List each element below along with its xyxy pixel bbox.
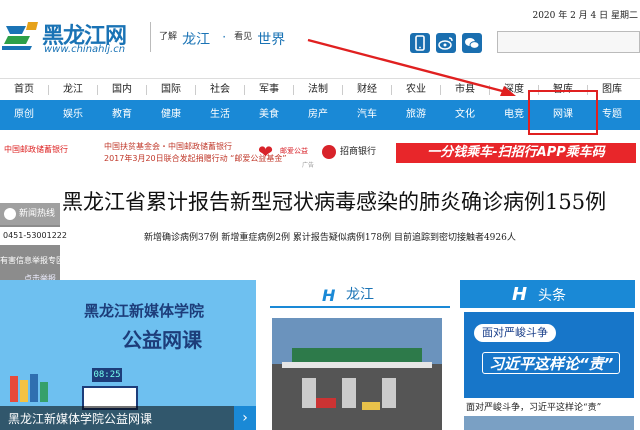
slogan-pre1: 了解 — [159, 32, 178, 42]
headline-story-link[interactable]: 面对严峻斗争，习近平这样论“责” — [466, 400, 601, 413]
slogan-world: 世界 — [257, 32, 286, 48]
nav-item-food[interactable]: 美食 — [245, 100, 293, 130]
nav-item-education[interactable]: 教育 — [98, 100, 146, 130]
headline-graphic[interactable]: 面对严峻斗争 习近平这样论“责” — [464, 312, 634, 398]
nav-item-finance[interactable]: 财经 — [343, 79, 391, 101]
nav-item-health[interactable]: 健康 — [147, 100, 195, 130]
section-title[interactable]: 头条 — [538, 285, 566, 305]
hotline-title-text: 新闻热线 — [19, 209, 56, 219]
hotline-title: 新闻热线 — [0, 203, 60, 225]
site-logo[interactable]: 黑龙江网 www.chinahlj.cn — [2, 18, 138, 58]
postal-ad-line1: 中国扶贫基金会・中国邮政储蓄银行 — [104, 142, 232, 151]
next-slide-button[interactable]: › — [234, 406, 256, 430]
report-zone-link[interactable]: 有害信息举报专区 — [0, 255, 64, 266]
postal-bank-logo: 中国邮政储蓄银行 — [4, 145, 68, 154]
nav-item-life[interactable]: 生活 — [196, 100, 244, 130]
nav-item-culture[interactable]: 文化 — [441, 100, 489, 130]
cmb-logo: 招商银行 — [322, 141, 376, 163]
nav-separator — [97, 85, 98, 95]
cmb-promo-text: 一分钱乘车-扫招行APP乘车码 — [396, 143, 636, 163]
nav-item-auto[interactable]: 汽车 — [343, 100, 391, 130]
page-headline[interactable]: 黑龙江省累计报告新型冠状病毒感染的肺炎确诊病例155例 — [62, 186, 606, 216]
nav-item-home[interactable]: 首页 — [0, 79, 48, 101]
hotline-number: 0451-53001222 — [0, 227, 67, 245]
site-header: 黑龙江网 www.chinahlj.cn 了解 龙江 · 看见 世界 2020 … — [0, 0, 640, 70]
wechat-icon[interactable] — [462, 33, 482, 53]
news-hotline-panel: 新闻热线 0451-53001222 有害信息举报专区 点击举报 — [0, 203, 67, 283]
nav-separator — [293, 85, 294, 95]
nav-item-international[interactable]: 国际 — [147, 79, 195, 101]
promo-caption[interactable]: 黑龙江新媒体学院公益网课 — [8, 410, 152, 427]
news-photo[interactable] — [272, 318, 442, 430]
section-header: H 龙江 — [270, 280, 450, 308]
toll-station-photo — [272, 318, 442, 430]
nav-item-original[interactable]: 原创 — [0, 100, 48, 130]
section-header: H 头条 — [460, 280, 635, 308]
books-icon — [10, 374, 48, 402]
headline-summary: 新增确诊病例37例 新增重症病例2例 累计报告疑似病例178例 目前追踪到密切接… — [144, 233, 516, 243]
slogan-region: 龙江 — [182, 32, 211, 48]
postal-badge: 邮爱公益 — [280, 147, 308, 155]
current-date: 2020 年 2 月 4 日 星期二 — [532, 11, 638, 21]
nav-item-society[interactable]: 社会 — [196, 79, 244, 101]
nav-item-travel[interactable]: 旅游 — [392, 100, 440, 130]
site-slogan: 了解 龙江 · 看见 世界 — [150, 22, 289, 52]
highlight-box — [528, 90, 598, 135]
weibo-icon[interactable] — [436, 33, 456, 53]
logo-url: www.chinahlj.cn — [44, 44, 126, 55]
nav-separator — [342, 85, 343, 95]
promo-title-2: 公益网课 — [122, 328, 202, 352]
nav-item-agriculture[interactable]: 农业 — [392, 79, 440, 101]
nav-item-domestic[interactable]: 国内 — [98, 79, 146, 101]
slogan-pre2: 看见 — [234, 32, 253, 42]
headline-pill: 面对严峻斗争 — [474, 324, 556, 342]
section-longjiang: H 龙江 — [270, 280, 450, 430]
nav-separator — [489, 85, 490, 95]
postal-ad[interactable]: 中国邮政储蓄银行 中国扶贫基金会・中国邮政储蓄银行 2017年3月20日联合发起… — [0, 138, 320, 169]
logo-mark-icon — [2, 22, 38, 50]
heart-icon: ❤ — [258, 142, 274, 163]
nav-item-realestate[interactable]: 房产 — [294, 100, 342, 130]
slogan-dot: · — [222, 30, 227, 44]
mobile-icon[interactable] — [410, 33, 430, 53]
online-class-promo[interactable]: 黑龙江新媒体学院 公益网课 08:25 黑龙江新媒体学院公益网课 › — [0, 280, 256, 430]
ad-banner[interactable]: 中国邮政储蓄银行 中国扶贫基金会・中国邮政储蓄银行 2017年3月20日联合发起… — [0, 138, 640, 169]
section-h-icon: H — [512, 284, 528, 305]
nav-item-military[interactable]: 军事 — [245, 79, 293, 101]
nav-separator — [391, 85, 392, 95]
nav-item-entertainment[interactable]: 娱乐 — [49, 100, 97, 130]
nav-separator — [146, 85, 147, 95]
search-input[interactable] — [497, 31, 640, 53]
cmb-ad[interactable]: 招商银行 一分钱乘车-扫招行APP乘车码 — [316, 138, 636, 168]
nav-item-law[interactable]: 法制 — [294, 79, 342, 101]
section-h-icon: H — [322, 286, 336, 305]
section-toutiao: H 头条 面对严峻斗争 习近平这样论“责” 面对严峻斗争，习近平这样论“责” — [460, 280, 635, 430]
promo-title-1: 黑龙江新媒体学院 — [84, 302, 205, 320]
nav-separator — [440, 85, 441, 95]
ad-tag: 广告 — [302, 162, 315, 169]
nav-item-counties[interactable]: 市县 — [441, 79, 489, 101]
story-thumbnail[interactable] — [464, 416, 634, 430]
nav-separator — [244, 85, 245, 95]
headline-slogan: 习近平这样论“责” — [482, 352, 621, 374]
nav-separator — [48, 85, 49, 95]
nav-separator — [195, 85, 196, 95]
nav-item-longjiang[interactable]: 龙江 — [49, 79, 97, 101]
section-title[interactable]: 龙江 — [346, 284, 374, 304]
phone-icon — [4, 207, 16, 220]
clock-display: 08:25 — [92, 368, 122, 382]
